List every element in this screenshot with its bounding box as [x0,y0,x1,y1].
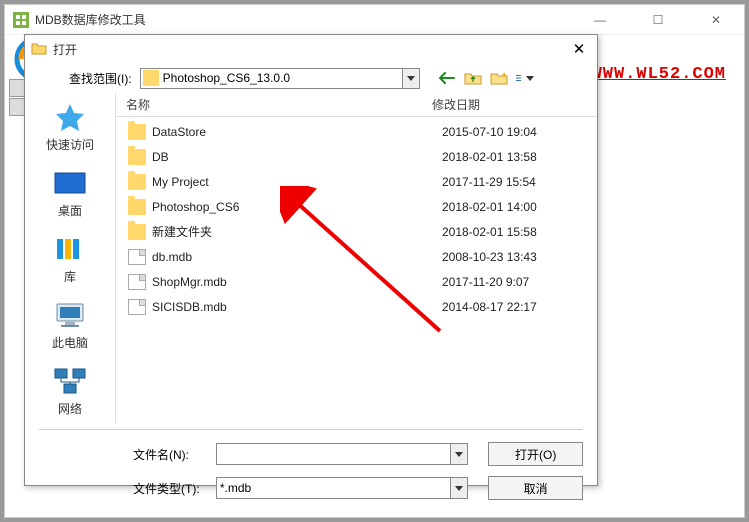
cancel-button[interactable]: 取消 [488,476,583,500]
list-item[interactable]: SICISDB.mdb2014-08-17 22:17 [116,294,597,319]
file-name: SICISDB.mdb [152,300,442,314]
dialog-close-button[interactable]: ✕ [567,37,591,61]
computer-icon [51,299,89,331]
file-name: DataStore [152,125,442,139]
back-button[interactable] [438,69,456,87]
folder-icon [128,174,146,190]
file-date: 2018-02-01 14:00 [442,200,537,214]
filename-input[interactable] [216,443,469,465]
sidebar-desktop[interactable]: 桌面 [51,167,89,219]
file-date: 2017-11-20 9:07 [442,275,529,289]
sidebar-thispc[interactable]: 此电脑 [51,299,89,351]
sidebar-libraries[interactable]: 库 [51,233,89,285]
file-list-header: 名称 修改日期 [116,93,597,117]
file-date: 2008-10-23 13:43 [442,250,537,264]
lookin-dropdown[interactable]: Photoshop_CS6_13.0.0 [140,68,420,89]
lookin-label: 查找范围(I): [69,70,132,87]
open-button[interactable]: 打开(O) [488,442,583,466]
maximize-button[interactable]: ☐ [638,6,678,34]
folder-icon [128,149,146,165]
banner-url: /WWW.WL52.COM [580,65,726,84]
view-menu-button[interactable] [516,69,534,87]
list-item[interactable]: My Project2017-11-29 15:54 [116,169,597,194]
close-button[interactable]: ✕ [696,6,736,34]
list-item[interactable]: db.mdb2008-10-23 13:43 [116,244,597,269]
file-date: 2017-11-29 15:54 [442,175,536,189]
up-one-level-button[interactable] [464,69,482,87]
file-date: 2018-02-01 15:58 [442,225,537,239]
file-icon [128,299,146,315]
file-icon [128,249,146,265]
dialog-footer: 文件名(N): 打开(O) 文件类型(T): *.mdb 取消 [25,423,597,500]
list-item[interactable]: Photoshop_CS62018-02-01 14:00 [116,194,597,219]
filetype-label: 文件类型(T): [133,480,216,497]
file-name: db.mdb [152,250,442,264]
dialog-title: 打开 [53,41,567,58]
list-item[interactable]: DB2018-02-01 13:58 [116,144,597,169]
sidebar-quick-access[interactable]: 快速访问 [46,101,94,153]
minimize-button[interactable]: — [580,6,620,34]
file-name: 新建文件夹 [152,223,442,240]
column-name[interactable]: 名称 [126,96,432,113]
desktop-icon [51,167,89,199]
new-folder-button[interactable] [490,69,508,87]
star-icon [51,101,89,133]
folder-icon [128,224,146,240]
list-item[interactable]: 新建文件夹2018-02-01 15:58 [116,219,597,244]
dialog-toolbar: 查找范围(I): Photoshop_CS6_13.0.0 [25,63,597,93]
file-date: 2015-07-10 19:04 [442,125,537,139]
filetype-dropdown[interactable]: *.mdb [216,477,469,499]
folder-icon [128,124,146,140]
list-item[interactable]: DataStore2015-07-10 19:04 [116,119,597,144]
filename-dropdown-button[interactable] [450,444,467,464]
main-window-title: MDB数据库修改工具 [35,11,580,28]
file-date: 2014-08-17 22:17 [442,300,537,314]
folder-icon [143,70,159,86]
file-name: My Project [152,175,442,189]
file-name: DB [152,150,442,164]
dropdown-arrow-icon[interactable] [402,69,419,88]
network-icon [51,365,89,397]
folder-icon [128,199,146,215]
filename-label: 文件名(N): [133,446,216,463]
app-icon [13,12,29,28]
file-name: ShopMgr.mdb [152,275,442,289]
column-date[interactable]: 修改日期 [432,96,597,113]
sidebar-network[interactable]: 网络 [51,365,89,417]
dialog-titlebar: 打开 ✕ [25,35,597,63]
list-item[interactable]: ShopMgr.mdb2017-11-20 9:07 [116,269,597,294]
file-icon [128,274,146,290]
open-folder-icon [31,41,47,57]
libraries-icon [51,233,89,265]
main-titlebar: MDB数据库修改工具 — ☐ ✕ [5,5,744,35]
open-file-dialog: 打开 ✕ 查找范围(I): Photoshop_CS6_13.0.0 [24,34,598,486]
lookin-value: Photoshop_CS6_13.0.0 [163,71,417,85]
file-list: 名称 修改日期 DataStore2015-07-10 19:04DB2018-… [115,93,597,423]
file-date: 2018-02-01 13:58 [442,150,537,164]
filetype-dropdown-button[interactable] [450,478,467,498]
file-name: Photoshop_CS6 [152,200,442,214]
places-sidebar: 快速访问 桌面 库 此电脑 网络 [25,93,115,423]
